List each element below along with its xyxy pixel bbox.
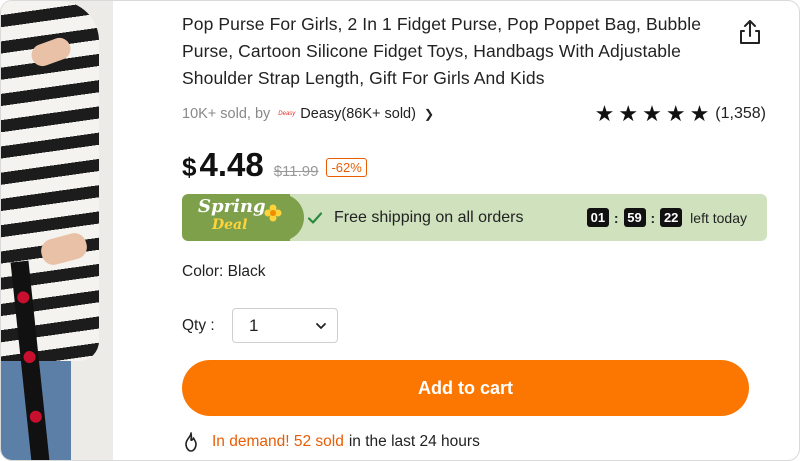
- share-button[interactable]: [735, 17, 765, 47]
- quantity-value: 1: [249, 315, 259, 335]
- discount-badge: -62%: [326, 158, 367, 177]
- chevron-right-icon[interactable]: ❯: [424, 107, 434, 121]
- review-count[interactable]: (1,358): [715, 105, 766, 123]
- demand-rest: in the last 24 hours: [348, 433, 480, 450]
- rating[interactable]: ★★★★★ (1,358): [595, 103, 766, 125]
- badge-line1: Spring: [198, 196, 266, 217]
- qty-label: Qty :: [182, 316, 215, 334]
- strap-dot: [29, 410, 43, 424]
- promo-banner: Spring Deal Free shipping on all orders …: [182, 194, 767, 241]
- timer-seconds: 22: [660, 208, 683, 227]
- spring-deal-badge: Spring Deal: [182, 194, 290, 241]
- timer-minutes: 59: [623, 208, 646, 227]
- free-shipping-text: Free shipping on all orders: [334, 208, 524, 226]
- timer-hours: 01: [586, 208, 609, 227]
- quantity-select[interactable]: 1: [232, 308, 338, 343]
- seller-rating-row: 10K+ sold, by Deasy Deasy(86K+ sold) ❯ ★…: [182, 103, 772, 125]
- sale-price: 4.48: [199, 146, 264, 183]
- timer-suffix: left today: [690, 209, 747, 226]
- star-rating-icon: ★★★★★: [594, 101, 714, 126]
- demand-notice: In demand! 52 sold in the last 24 hours: [182, 431, 480, 453]
- chevron-down-icon: [316, 322, 326, 329]
- product-detail-panel: Pop Purse For Girls, 2 In 1 Fidget Purse…: [0, 0, 800, 461]
- countdown-timer: 01 : 59 : 22 left today: [586, 194, 747, 241]
- currency-symbol: $: [182, 152, 197, 182]
- timer-separator: :: [613, 209, 619, 226]
- product-image[interactable]: [1, 1, 113, 460]
- quantity-row: Qty : 1: [182, 308, 338, 343]
- store-logo: Deasy: [278, 111, 296, 117]
- product-info: Pop Purse For Girls, 2 In 1 Fidget Purse…: [182, 1, 772, 460]
- product-title: Pop Purse For Girls, 2 In 1 Fidget Purse…: [182, 14, 702, 88]
- timer-separator: :: [650, 209, 656, 226]
- price-row: $ 4.48 $11.99 -62%: [182, 146, 367, 186]
- store-link[interactable]: Deasy(86K+ sold): [300, 106, 416, 122]
- strap-dot: [22, 350, 37, 364]
- demand-highlight: In demand! 52 sold: [212, 433, 344, 450]
- add-to-cart-button[interactable]: Add to cart: [182, 360, 749, 416]
- color-selection-label: Color: Black: [182, 263, 266, 280]
- badge-line2: Deal: [212, 217, 248, 233]
- sold-count: 10K+ sold, by: [182, 106, 271, 122]
- free-shipping-notice: Free shipping on all orders: [306, 194, 523, 241]
- flower-icon: [264, 204, 282, 222]
- share-icon: [740, 20, 760, 44]
- flame-icon: [185, 432, 197, 452]
- strap-dot: [16, 290, 30, 304]
- check-icon: [307, 211, 323, 224]
- original-price: $11.99: [273, 163, 319, 180]
